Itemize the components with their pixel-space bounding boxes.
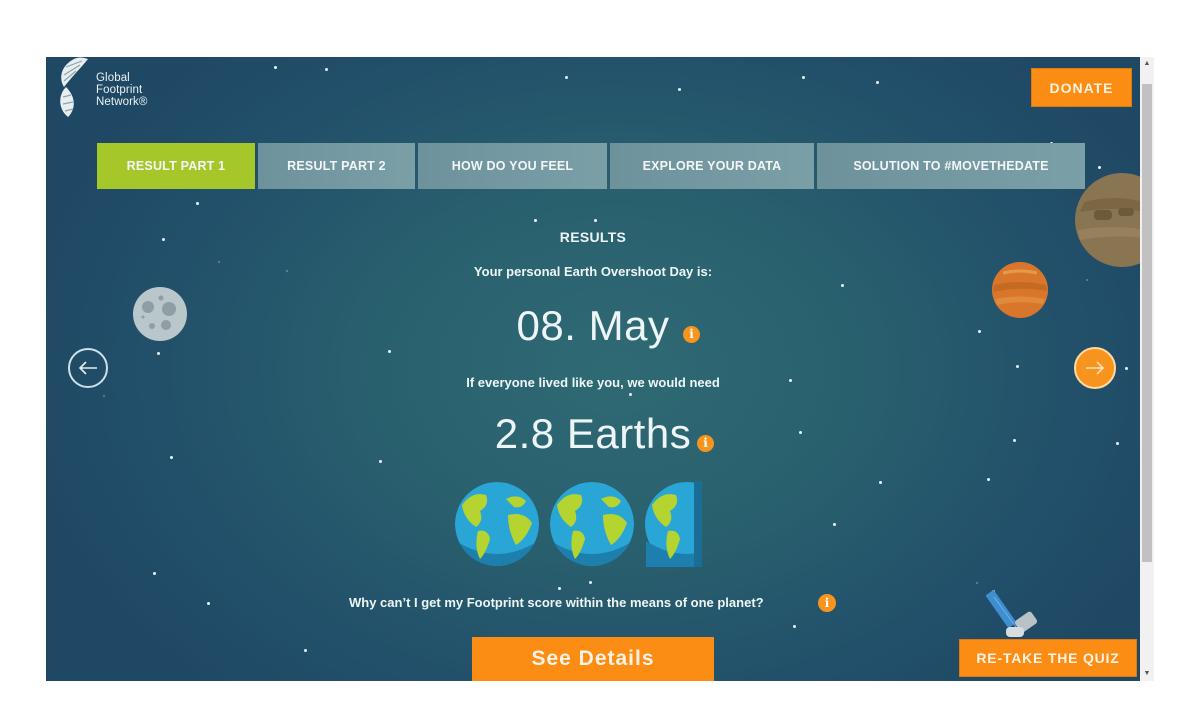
scroll-down-arrow-icon[interactable]: ▼	[1140, 667, 1154, 681]
earth-globe-partial	[645, 481, 702, 567]
brown-planet-icon	[1075, 173, 1140, 267]
tab-result-part-1[interactable]: RESULT PART 1	[97, 143, 255, 189]
tab-solution-move-the-date[interactable]: SOLUTION TO #MOVETHEDATE	[817, 143, 1085, 189]
retake-quiz-button[interactable]: RE-TAKE THE QUIZ	[959, 639, 1137, 677]
one-planet-info-icon[interactable]: i	[818, 594, 836, 612]
earths-needed-value: 2.8 Earths	[494, 410, 692, 457]
overshoot-date-info-icon[interactable]: i	[683, 326, 700, 343]
tab-result-part-2[interactable]: RESULT PART 2	[258, 143, 415, 189]
global-footprint-network-logo[interactable]: Global Footprint Network®	[54, 57, 164, 123]
vertical-scrollbar[interactable]: ▲ ▼	[1140, 57, 1154, 681]
donate-button[interactable]: DONATE	[1031, 68, 1132, 107]
overshoot-date-value: 08. May	[516, 302, 670, 349]
logo-line-2: Footprint	[96, 84, 143, 96]
arrow-right-icon	[1086, 361, 1105, 375]
see-details-button[interactable]: See Details	[472, 637, 714, 681]
tab-how-do-you-feel[interactable]: HOW DO YOU FEEL	[418, 143, 607, 189]
earth-globes	[455, 481, 702, 567]
earths-needed-label: If everyone lived like you, we would nee…	[466, 375, 720, 390]
earth-globe-1	[455, 482, 539, 566]
results-tab-bar: RESULT PART 1 RESULT PART 2 HOW DO YOU F…	[97, 143, 1085, 189]
results-heading: RESULTS	[559, 229, 627, 245]
logo-line-3: Network®	[96, 96, 148, 108]
tab-explore-your-data[interactable]: EXPLORE YOUR DATA	[610, 143, 814, 189]
quiz-results-page: Global Footprint Network® DONATE RESULT …	[46, 57, 1140, 681]
arrow-left-icon	[78, 361, 97, 375]
leaf-logo-icon	[60, 57, 88, 117]
one-planet-question: Why can’t I get my Footprint score withi…	[349, 595, 764, 610]
earth-globe-2	[550, 482, 634, 566]
overshoot-day-label: Your personal Earth Overshoot Day is:	[473, 264, 713, 279]
earths-info-icon[interactable]: i	[697, 435, 714, 452]
scroll-up-arrow-icon[interactable]: ▲	[1140, 57, 1154, 71]
logo-line-1: Global	[96, 72, 130, 84]
satellite-icon	[986, 589, 1038, 637]
logo-wordmark: Global Footprint Network®	[96, 72, 147, 108]
scrollbar-thumb[interactable]	[1142, 84, 1152, 562]
